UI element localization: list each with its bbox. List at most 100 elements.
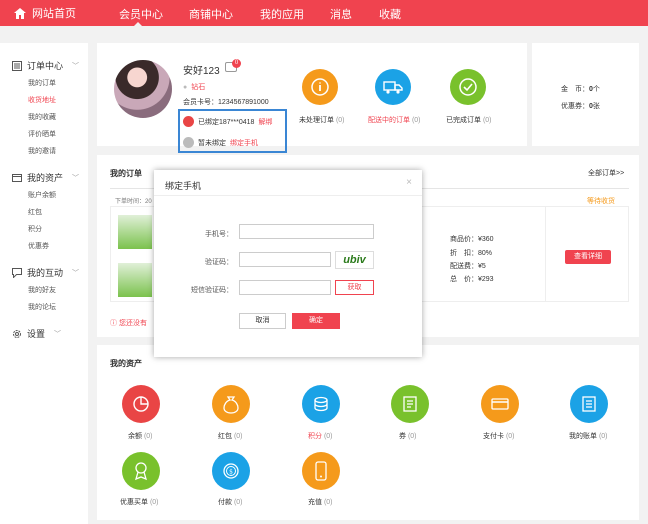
completed-orders-label: 已完成订单 (0) bbox=[446, 117, 492, 124]
captcha-image[interactable]: ubiv bbox=[335, 251, 374, 269]
avatar[interactable] bbox=[114, 60, 172, 118]
asset-bill-button[interactable] bbox=[570, 385, 608, 423]
sidebar-item-forum[interactable]: 我的论坛 bbox=[28, 302, 56, 312]
sidebar-section-label: 设置 bbox=[27, 329, 46, 339]
chevron-down-icon: ﹀ bbox=[54, 330, 62, 338]
asset-balance-button[interactable] bbox=[122, 385, 160, 423]
cancel-button[interactable]: 取消 bbox=[239, 313, 286, 329]
coin-icon: $ bbox=[223, 463, 239, 479]
chevron-down-icon: ﹀ bbox=[72, 62, 80, 70]
order-price: 商品价：¥360 bbox=[450, 236, 494, 243]
shipping-orders-button[interactable] bbox=[375, 69, 411, 105]
coupon-balance: 优惠券：0张 bbox=[561, 103, 600, 110]
asset-discount-pay-label: 优惠买单 (0) bbox=[120, 499, 159, 506]
sms-code-label: 短信验证码： bbox=[191, 287, 233, 294]
sidebar-section-orders[interactable]: 订单中心 ﹀ bbox=[12, 59, 79, 72]
assets-title: 我的资产 bbox=[110, 359, 142, 368]
asset-payment-label: 付款 (0) bbox=[218, 499, 243, 506]
completed-orders-button[interactable] bbox=[450, 69, 486, 105]
pie-icon bbox=[133, 396, 149, 412]
asset-recharge-button[interactable] bbox=[302, 452, 340, 490]
bind-phone-dialog: 绑定手机 × 手机号： 验证码： ubiv 短信验证码： 获取 取消 确定 bbox=[154, 170, 422, 357]
coins-icon bbox=[314, 396, 328, 412]
email-unbound-row: 暂未绑定 绑定手机 bbox=[183, 137, 258, 148]
unbind-link[interactable]: 解绑 bbox=[258, 117, 272, 127]
pending-orders-label: 未处理订单 (0) bbox=[299, 117, 345, 124]
sms-code-input[interactable] bbox=[239, 280, 331, 295]
order-status: 等待收货 bbox=[587, 198, 615, 205]
award-icon bbox=[135, 462, 147, 481]
nav-shop-center[interactable]: 商铺中心 bbox=[189, 6, 233, 22]
coin-balance: 金 币：0个 bbox=[561, 86, 600, 93]
order-total: 总 价：¥293 bbox=[450, 276, 494, 283]
active-indicator bbox=[133, 22, 143, 27]
grade-label: 钻石 bbox=[191, 84, 206, 91]
sidebar-item-coupons[interactable]: 优惠券 bbox=[28, 241, 49, 251]
order-shipping: 配送费：¥5 bbox=[450, 263, 486, 270]
unbound-icon bbox=[183, 137, 194, 148]
assets-panel bbox=[97, 345, 639, 520]
gear-icon bbox=[13, 329, 21, 338]
order-discount: 折 扣：80% bbox=[450, 250, 493, 257]
view-detail-button[interactable]: 查看详细 bbox=[565, 250, 611, 264]
home-link[interactable]: 网站首页 bbox=[14, 5, 76, 21]
balance-panel bbox=[532, 43, 639, 146]
sidebar-section-label: 我的互动 bbox=[27, 268, 64, 278]
asset-redpacket-label: 红包 (0) bbox=[218, 433, 243, 440]
message-count-badge: 0 bbox=[232, 59, 241, 68]
captcha-label: 验证码： bbox=[205, 259, 233, 266]
divider bbox=[154, 195, 422, 196]
sidebar-item-balance[interactable]: 账户余额 bbox=[28, 190, 56, 200]
asset-payment-button[interactable]: $ bbox=[212, 452, 250, 490]
sidebar-item-invites[interactable]: 我的邀请 bbox=[28, 146, 56, 156]
nav-messages[interactable]: 消息 bbox=[330, 6, 352, 22]
list-icon bbox=[12, 60, 22, 71]
chat-icon bbox=[12, 267, 22, 278]
asset-voucher-label: 券 (0) bbox=[399, 433, 417, 440]
card-icon bbox=[491, 398, 509, 410]
asset-discount-pay-button[interactable] bbox=[122, 452, 160, 490]
sidebar-item-address[interactable]: 收货地址 bbox=[28, 95, 56, 105]
phone-input[interactable] bbox=[239, 224, 374, 239]
asset-paycard-button[interactable] bbox=[481, 385, 519, 423]
sidebar-item-friends[interactable]: 我的好友 bbox=[28, 285, 56, 295]
sidebar-item-favorites[interactable]: 我的收藏 bbox=[28, 112, 56, 122]
asset-points-button[interactable] bbox=[302, 385, 340, 423]
home-icon bbox=[14, 7, 26, 19]
all-orders-link[interactable]: 全部订单>> bbox=[588, 168, 624, 178]
get-sms-code-button[interactable]: 获取 bbox=[335, 280, 374, 295]
sidebar-item-reviews[interactable]: 评价晒单 bbox=[28, 129, 56, 139]
nav-my-apps[interactable]: 我的应用 bbox=[260, 6, 304, 22]
order-time: 下单时间：20 bbox=[115, 199, 152, 205]
confirm-button[interactable]: 确定 bbox=[292, 313, 340, 329]
phone-label: 手机号： bbox=[205, 231, 233, 238]
info-icon bbox=[311, 78, 329, 96]
nav-member-center[interactable]: 会员中心 bbox=[119, 6, 163, 22]
sidebar-section-assets[interactable]: 我的资产 ﹀ bbox=[12, 171, 79, 184]
no-orders-notice: ⓘ 您还没有 bbox=[110, 320, 147, 327]
sidebar-item-redpacket[interactable]: 红包 bbox=[28, 207, 42, 217]
nav-favorites[interactable]: 收藏 bbox=[379, 6, 401, 22]
sidebar-section-interaction[interactable]: 我的互动 ﹀ bbox=[12, 266, 79, 279]
close-icon[interactable]: × bbox=[406, 177, 412, 188]
phone-bound-row: 已绑定187***0418 解绑 bbox=[183, 116, 272, 127]
bind-phone-link[interactable]: 绑定手机 bbox=[230, 138, 258, 148]
top-nav-bar: 网站首页 会员中心 商铺中心 我的应用 消息 收藏 bbox=[0, 0, 648, 27]
money-bag-icon bbox=[223, 396, 239, 414]
wallet-icon bbox=[12, 173, 22, 182]
phone-icon bbox=[315, 461, 327, 481]
asset-recharge-label: 充值 (0) bbox=[308, 499, 333, 506]
chevron-down-icon: ﹀ bbox=[72, 269, 80, 277]
check-icon bbox=[459, 78, 477, 96]
sidebar-section-settings[interactable]: 设置 ﹀ bbox=[12, 327, 61, 340]
pending-orders-button[interactable] bbox=[302, 69, 338, 105]
asset-paycard-label: 支付卡 (0) bbox=[483, 433, 515, 440]
svg-text:$: $ bbox=[229, 469, 233, 476]
sidebar-item-points[interactable]: 积分 bbox=[28, 224, 42, 234]
asset-redpacket-button[interactable] bbox=[212, 385, 250, 423]
home-label: 网站首页 bbox=[32, 8, 76, 20]
captcha-input[interactable] bbox=[239, 252, 331, 267]
asset-voucher-button[interactable] bbox=[391, 385, 429, 423]
sidebar-item-my-orders[interactable]: 我的订单 bbox=[28, 78, 56, 88]
chevron-down-icon: ﹀ bbox=[72, 174, 80, 182]
